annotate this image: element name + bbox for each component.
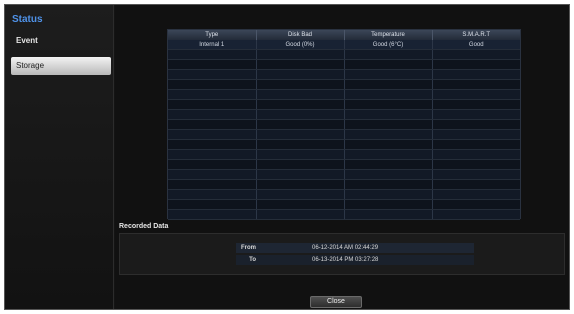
empty-table-row — [168, 159, 520, 170]
storage-content: Type Disk Bad Temperature S.M.A.R.T Inte… — [115, 5, 569, 309]
empty-table-row — [168, 209, 520, 220]
recorded-data-panel: From 06-12-2014 AM 02:44:29 To 06-13-201… — [119, 233, 565, 275]
to-label: To — [249, 257, 256, 263]
empty-table-row — [168, 149, 520, 160]
column-header-type: Type — [168, 30, 257, 40]
empty-table-row — [168, 199, 520, 210]
cell-temperature: Good (6°C) — [344, 40, 433, 50]
cell-type: Internal 1 — [168, 40, 257, 50]
sidebar-title: Status — [12, 14, 43, 25]
column-header-smart: S.M.A.R.T — [432, 30, 520, 40]
column-header-temperature: Temperature — [344, 30, 433, 40]
cell-smart: Good — [432, 40, 520, 50]
empty-table-row — [168, 139, 520, 150]
empty-table-row — [168, 179, 520, 190]
sidebar: Status Event Storage — [5, 5, 114, 309]
sidebar-item-event[interactable]: Event — [11, 32, 111, 50]
empty-table-row — [168, 89, 520, 100]
empty-table-row — [168, 49, 520, 60]
sidebar-item-storage[interactable]: Storage — [11, 57, 111, 75]
empty-table-row — [168, 69, 520, 80]
empty-table-row — [168, 129, 520, 140]
storage-table: Type Disk Bad Temperature S.M.A.R.T Inte… — [167, 29, 521, 220]
empty-table-row — [168, 119, 520, 130]
from-label: From — [241, 245, 256, 251]
from-value: 06-12-2014 AM 02:44:29 — [312, 245, 379, 251]
empty-table-row — [168, 189, 520, 200]
cell-disk-bad: Good (0%) — [256, 40, 345, 50]
empty-table-row — [168, 79, 520, 90]
recorded-data-title: Recorded Data — [119, 223, 169, 230]
empty-table-row — [168, 109, 520, 120]
empty-table-row — [168, 99, 520, 110]
column-header-disk-bad: Disk Bad — [256, 30, 345, 40]
empty-table-row — [168, 59, 520, 70]
close-button[interactable]: Close — [310, 296, 362, 308]
recorded-from-row: From 06-12-2014 AM 02:44:29 — [236, 243, 474, 253]
empty-table-row — [168, 169, 520, 180]
table-header-row: Type Disk Bad Temperature S.M.A.R.T — [168, 30, 520, 40]
recorded-to-row: To 06-13-2014 PM 03:27:28 — [236, 255, 474, 265]
status-window: Status Event Storage Type Disk Bad Tempe… — [4, 4, 570, 310]
to-value: 06-13-2014 PM 03:27:28 — [312, 257, 379, 263]
table-row[interactable]: Internal 1 Good (0%) Good (6°C) Good — [168, 40, 520, 50]
